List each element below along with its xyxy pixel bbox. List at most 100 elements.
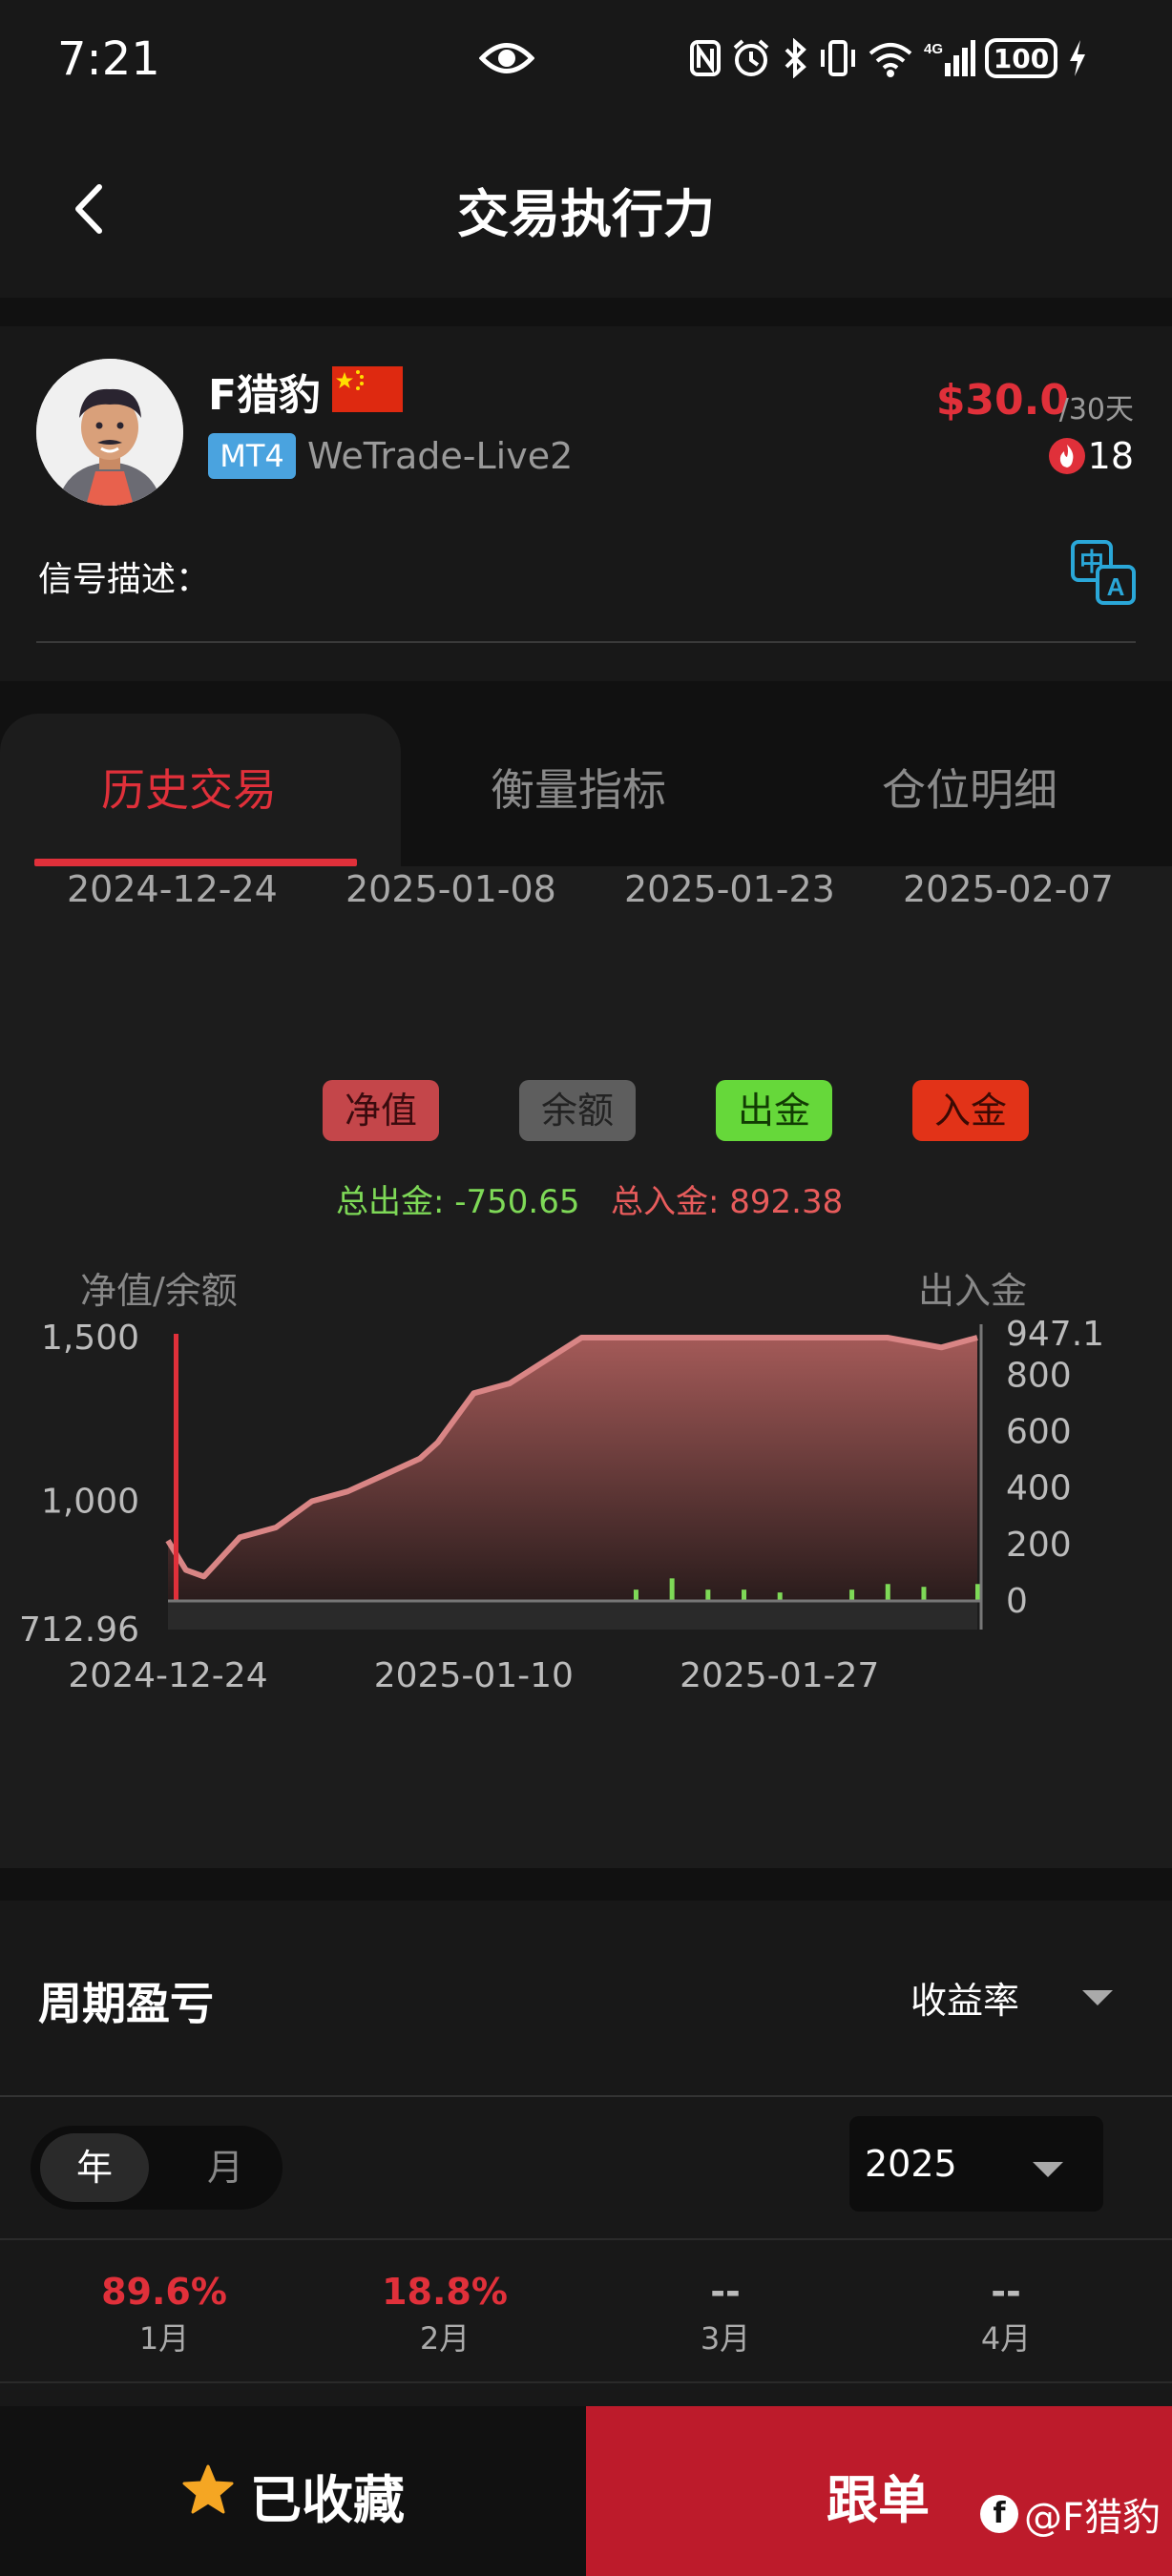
tab-metrics[interactable]: 衡量指标 [491, 756, 666, 819]
status-bar: 7:21 4G 100 [0, 0, 1172, 116]
avatar[interactable] [36, 359, 183, 506]
star-icon [182, 2464, 234, 2514]
period-pnl-section: 周期盈亏 收益率 年 月 2025 89.6% 1月 18.8% 2月 -- 3… [0, 1901, 1172, 2406]
month-label: 3月 [700, 2320, 751, 2357]
system-icons: 4G 100 [689, 34, 1088, 82]
tab-history-trades[interactable]: 历史交易 [101, 756, 277, 819]
x-tick-label: 2025-01-10 [374, 1656, 574, 1695]
date-label: 2024-12-24 [67, 868, 278, 910]
toggle-year[interactable]: 年 [40, 2133, 149, 2202]
date-label: 2025-02-07 [903, 868, 1114, 910]
y-right-tick-label: 400 [1006, 1469, 1072, 1508]
china-flag-icon [332, 366, 403, 412]
period-toggle[interactable]: 年 月 [31, 2126, 283, 2210]
divider [36, 641, 1136, 643]
month-cell[interactable]: -- 4月 [910, 2271, 1101, 2358]
flow-bar [174, 1334, 178, 1601]
page-title: 交易执行力 [457, 184, 715, 244]
total-withdrawal: 总出金: -750.65 [336, 1183, 580, 1221]
flow-bar [742, 1589, 747, 1601]
translate-icon[interactable]: 中 A [1069, 538, 1138, 607]
month-label: 1月 [138, 2320, 190, 2357]
divider [0, 2381, 1172, 2383]
tab-positions[interactable]: 仓位明细 [882, 756, 1057, 819]
year-dropdown[interactable]: 2025 [849, 2116, 1103, 2212]
svg-text:A: A [1107, 572, 1125, 601]
favorite-label: 已收藏 [250, 2470, 405, 2530]
active-tab-indicator [34, 859, 357, 866]
x-tick-label: 2024-12-24 [68, 1656, 267, 1695]
legend-equity-button[interactable]: 净值 [323, 1080, 439, 1141]
equity-chart[interactable]: 1,500 1,000 712.96 947.1800 600 400 200 0 2024-1… [0, 1315, 1172, 1696]
month-return: -- [710, 2271, 741, 2313]
month-label: 4月 [980, 2320, 1032, 2357]
eye-icon [479, 43, 534, 73]
platform-badge: MT4 [208, 433, 296, 479]
metric-dropdown[interactable]: 收益率 [910, 1971, 1019, 2024]
divider [0, 2095, 1172, 2097]
app-header: 交易执行力 [0, 116, 1172, 298]
y-right-tick-label: 947.1 [1006, 1315, 1104, 1354]
legend-deposit-button[interactable]: 入金 [912, 1080, 1029, 1141]
left-axis-title: 净值/余额 [80, 1270, 238, 1312]
facebook-icon: f [979, 2495, 1018, 2533]
vibrate-icon [821, 40, 855, 76]
flow-bar [705, 1589, 711, 1601]
section-title: 周期盈亏 [38, 1978, 214, 2029]
y-left-tick-label: 712.96 [19, 1610, 139, 1650]
alarm-icon [733, 39, 769, 76]
flow-bar [975, 1584, 980, 1601]
flow-bar [633, 1589, 638, 1601]
x-tick-label: 2025-01-27 [680, 1656, 879, 1695]
follower-count: 18 [1087, 435, 1134, 477]
year-value: 2025 [865, 2143, 957, 2185]
svg-text:4G: 4G [924, 41, 943, 57]
date-label: 2025-01-08 [345, 868, 556, 910]
month-cell[interactable]: -- 3月 [630, 2271, 821, 2358]
y-right-tick-label: 0 [1006, 1582, 1028, 1621]
watermark: f @F猎豹 [979, 2486, 1161, 2542]
flow-bar [669, 1578, 675, 1601]
date-label: 2025-01-23 [624, 868, 835, 910]
toggle-month[interactable]: 月 [187, 2133, 263, 2202]
y-left-tick-label: 1,000 [41, 1483, 139, 1522]
month-cell[interactable]: 18.8% 2月 [349, 2271, 540, 2358]
favorite-button[interactable]: 已收藏 [0, 2406, 586, 2576]
follow-label: 跟单 [827, 2470, 930, 2530]
signal-profile-card: F猎豹 MT4 WeTrade-Live2 $30.0 /30天 18 信号描述… [0, 326, 1172, 681]
bottom-action-bar: 已收藏 跟单 f @F猎豹 [0, 2406, 1172, 2576]
month-return: 89.6% [101, 2271, 227, 2313]
dropdown-caret-icon [1033, 2162, 1063, 2177]
month-return: 18.8% [382, 2271, 508, 2313]
month-return: -- [991, 2271, 1021, 2313]
subscription-period: /30天 [1058, 393, 1134, 426]
flow-bar [849, 1589, 855, 1601]
legend-withdrawal-button[interactable]: 出金 [716, 1080, 832, 1141]
charging-icon [1070, 40, 1085, 76]
username: F猎豹 [208, 371, 322, 420]
y-left-tick-label: 1,500 [41, 1319, 139, 1358]
x-axis-band [168, 1601, 977, 1630]
divider [0, 2238, 1172, 2240]
y-right-tick-label: 800 [1006, 1356, 1072, 1395]
watermark-text: @F猎豹 [1023, 2496, 1161, 2540]
battery-indicator: 100 [985, 38, 1057, 78]
equity-area [168, 1338, 977, 1601]
month-cell[interactable]: 89.6% 1月 [69, 2271, 260, 2358]
signal-description-label: 信号描述： [38, 560, 211, 599]
server-name: WeTrade-Live2 [307, 435, 574, 477]
wifi-icon [869, 43, 912, 77]
right-axis-title: 出入金 [918, 1270, 1028, 1312]
legend-balance-button[interactable]: 余额 [519, 1080, 636, 1141]
signal-icon: 4G [924, 40, 975, 76]
status-time: 7:21 [57, 32, 160, 86]
date-scroller[interactable]: 2024-12-24 2025-01-08 2025-01-23 2025-02… [0, 866, 1172, 924]
dropdown-caret-icon[interactable] [1080, 1988, 1115, 2007]
tab-bar: 历史交易 衡量指标 仓位明细 [0, 714, 1172, 866]
flow-bar [921, 1587, 927, 1601]
fire-icon [1049, 438, 1085, 474]
y-right-tick-label: 200 [1006, 1526, 1072, 1565]
nfc-icon [690, 40, 721, 76]
chart-panel: 2024-12-24 2025-01-08 2025-01-23 2025-02… [0, 866, 1172, 1868]
subscription-price: $30.0 [935, 376, 1069, 425]
